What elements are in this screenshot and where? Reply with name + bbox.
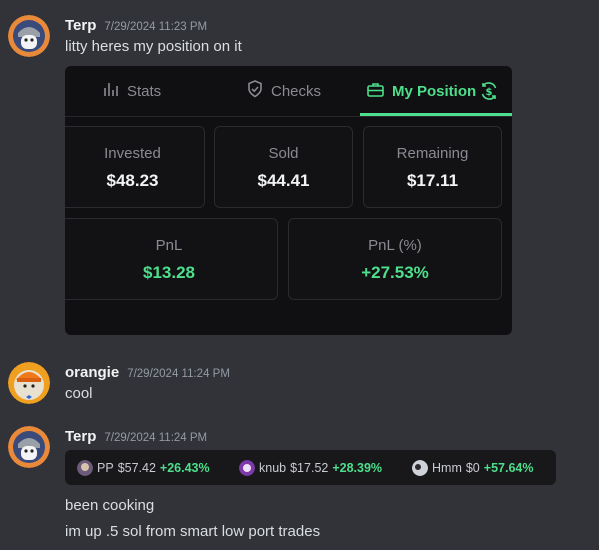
message-text: litty heres my position on it — [65, 38, 242, 55]
avatar-terp[interactable] — [8, 15, 50, 57]
shield-check-icon — [247, 80, 263, 102]
username[interactable]: orangie — [65, 364, 119, 381]
coin-knub-icon — [239, 459, 255, 476]
message-text: cool — [65, 385, 93, 402]
position-tabs: Stats Checks My Position $ — [65, 66, 512, 117]
briefcase-icon — [367, 82, 384, 101]
tab-checks[interactable]: Checks — [247, 66, 321, 116]
stat-remaining: Remaining $17.11 — [363, 126, 502, 208]
tab-label: My Position — [392, 82, 477, 100]
coin-change: +26.43% — [159, 460, 210, 475]
message-header: orangie 7/29/2024 11:24 PM — [65, 364, 230, 381]
tab-label: Checks — [271, 82, 322, 100]
username[interactable]: Terp — [65, 17, 96, 34]
stat-value: $17.11 — [406, 171, 459, 190]
coin-item: knub $17.52 +28.39% — [239, 450, 382, 485]
timestamp: 7/29/2024 11:24 PM — [104, 432, 208, 444]
timestamp: 7/29/2024 11:24 PM — [127, 368, 230, 380]
coin-item: PP $57.42 +26.43% — [77, 450, 210, 485]
message-header: Terp 7/29/2024 11:23 PM — [65, 17, 207, 34]
coin-name: Hmm — [432, 460, 462, 475]
coin-pp-icon — [77, 459, 93, 476]
coin-price: $17.52 — [290, 460, 329, 475]
active-tab-indicator — [360, 113, 512, 116]
stat-label: Invested — [104, 145, 161, 162]
coin-name: knub — [259, 460, 287, 475]
stat-label: PnL — [155, 237, 183, 254]
coin-change: +57.64% — [483, 460, 534, 475]
coin-change: +28.39% — [332, 460, 383, 475]
stat-pnl-percent: PnL (%) +27.53% — [288, 218, 502, 300]
coin-name: PP — [97, 460, 114, 475]
stat-label: Sold — [268, 145, 299, 162]
coin-pnl-strip-image[interactable]: PP $57.42 +26.43% knub $17.52 +28.39% Hm… — [65, 450, 556, 485]
bar-chart-icon — [103, 81, 119, 101]
stat-value: $44.41 — [257, 171, 310, 190]
stat-invested: Invested $48.23 — [65, 126, 205, 208]
position-card-image[interactable]: Stats Checks My Position $ Invested $48.… — [65, 66, 512, 335]
avatar-terp[interactable] — [8, 426, 50, 468]
coin-price: $0 — [465, 460, 480, 475]
tab-stats[interactable]: Stats — [103, 66, 161, 116]
stat-value: $13.28 — [143, 263, 195, 282]
username[interactable]: Terp — [65, 428, 96, 445]
stat-value: +27.53% — [361, 263, 429, 282]
coin-price: $57.42 — [117, 460, 156, 475]
tab-label: Stats — [127, 82, 162, 100]
refresh-dollar-icon[interactable]: $ — [479, 66, 499, 116]
timestamp: 7/29/2024 11:23 PM — [104, 21, 208, 33]
stat-label: PnL (%) — [368, 237, 422, 254]
stat-label: Remaining — [396, 145, 469, 162]
tab-my-position[interactable]: My Position — [367, 66, 476, 116]
svg-text:$: $ — [486, 87, 493, 98]
coin-hmm-icon — [412, 459, 428, 476]
coin-item: Hmm $0 +57.64% — [412, 450, 533, 485]
message-header: Terp 7/29/2024 11:24 PM — [65, 428, 207, 445]
stat-pnl: PnL $13.28 — [65, 218, 278, 300]
stat-sold: Sold $44.41 — [214, 126, 353, 208]
stat-value: $48.23 — [106, 171, 159, 190]
message-text: been cooking — [65, 497, 155, 514]
message-text: im up .5 sol from smart low port trades — [65, 523, 321, 540]
avatar-orangie[interactable] — [8, 362, 50, 404]
